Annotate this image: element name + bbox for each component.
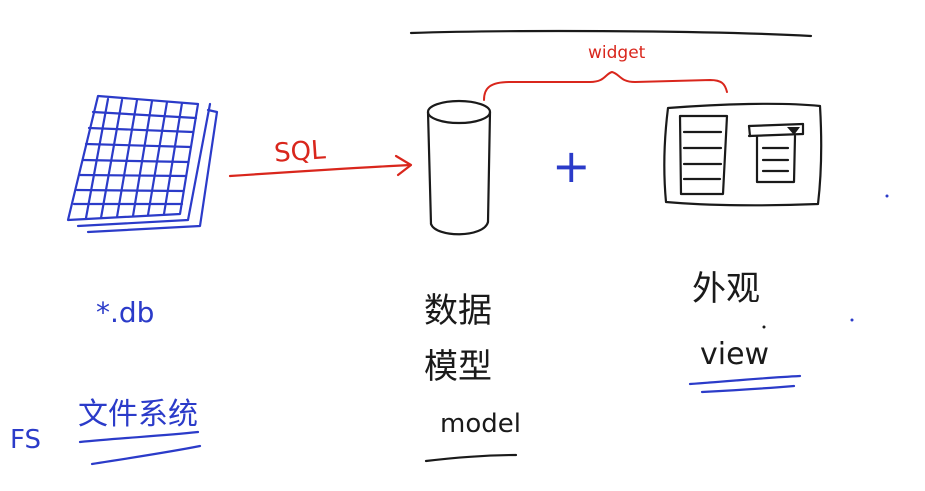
plus-sign: + xyxy=(552,139,591,193)
model-label-zh-line1: 数据 xyxy=(424,291,492,331)
view-window-icon xyxy=(663,102,823,207)
widget-bracket xyxy=(483,70,728,101)
db-file-stack-icon xyxy=(66,94,219,234)
view-label-zh: 外观 xyxy=(692,269,760,309)
model-label-en: model xyxy=(440,409,521,439)
fs-abbrev: FS xyxy=(10,425,41,455)
view-underline xyxy=(688,374,802,394)
sql-label: SQL xyxy=(273,135,327,169)
view-label-en: view xyxy=(700,337,769,372)
top-divider-line xyxy=(409,29,813,38)
db-file-label: *.db xyxy=(96,296,154,329)
stray-dot xyxy=(850,318,854,322)
fs-underline xyxy=(78,430,202,466)
database-cylinder-icon xyxy=(426,99,492,236)
widget-label: widget xyxy=(588,43,646,63)
stray-dot xyxy=(885,194,889,198)
model-underline xyxy=(424,453,518,463)
stray-dot xyxy=(762,325,766,329)
whiteboard-diagram: widget SQL + *.db FS 文件系统 数据 模型 model 外观… xyxy=(10,29,889,466)
sql-arrow-line xyxy=(228,163,412,178)
model-label-zh-line2: 模型 xyxy=(424,347,492,387)
fs-label-zh: 文件系统 xyxy=(78,397,198,432)
